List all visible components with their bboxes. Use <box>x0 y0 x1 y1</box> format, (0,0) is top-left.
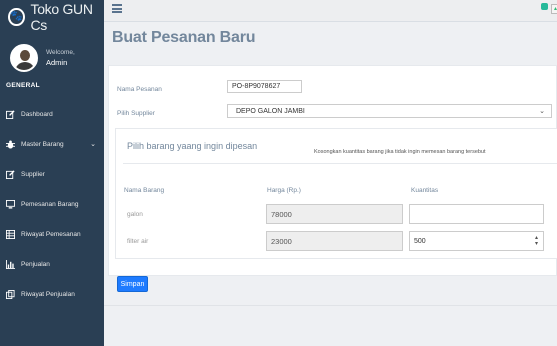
sidebar-item-riwayat-penjualan[interactable]: Riwayat Penjualan <box>0 279 104 309</box>
price-value: 23000 <box>271 236 292 246</box>
sidebar-item-penjualan[interactable]: Penjualan <box>0 249 104 279</box>
save-button[interactable]: Simpan <box>117 276 148 292</box>
user-name: Admin <box>46 58 68 68</box>
table-icon <box>6 229 15 239</box>
sidebar-item-riwayat-pemesanan[interactable]: Riwayat Pemesanan <box>0 219 104 249</box>
profile: Welcome, Admin <box>0 34 104 72</box>
edit-icon <box>6 169 15 179</box>
items-panel-hint: Kosongkan kuantitas barang jika tidak in… <box>314 149 486 155</box>
avatar <box>10 44 38 72</box>
quantity-value: 500 <box>414 237 426 245</box>
column-header-price: Harga (Rp.) <box>267 187 301 194</box>
quantity-input[interactable] <box>409 204 544 224</box>
price-field: 78000 <box>266 204 403 224</box>
sidebar: 🐾 Toko GUN Cs Welcome, Admin GENERAL Das… <box>0 0 104 346</box>
sidebar-item-label: Pemesanan Barang <box>21 200 79 208</box>
sidebar-item-label: Supplier <box>21 170 45 178</box>
price-field: 23000 <box>266 231 403 251</box>
item-name: galon <box>127 211 143 218</box>
save-button-label: Simpan <box>120 280 145 288</box>
sidebar-section-title: GENERAL <box>6 82 40 89</box>
quantity-stepper[interactable]: 500 ▴ ▾ <box>409 231 544 251</box>
order-name-input[interactable]: PO-8P9078627 <box>227 80 302 93</box>
spinner-icon[interactable]: ▴ ▾ <box>535 235 538 247</box>
supplier-value: DEPO GALON JAMBI <box>236 107 305 115</box>
order-name-value: PO-8P9078627 <box>232 83 281 90</box>
order-name-label: Nama Pesanan <box>117 86 162 93</box>
paw-icon: 🐾 <box>8 8 25 26</box>
sidebar-item-master-barang[interactable]: Master Barang ⌄ <box>0 129 104 159</box>
column-header-quantity: Kuantitas <box>411 187 439 194</box>
items-panel-title: Pilih barang yaang ingin dipesan <box>127 141 258 151</box>
edit-icon <box>6 109 15 119</box>
user-image-icon[interactable]: ▴ <box>551 4 557 14</box>
sidebar-item-pemesanan-barang[interactable]: Pemesanan Barang <box>0 189 104 219</box>
bug-icon <box>6 139 15 149</box>
divider <box>104 305 557 306</box>
sidebar-item-label: Riwayat Pemesanan <box>21 230 81 238</box>
page-title: Buat Pesanan Baru <box>112 29 256 46</box>
price-value: 78000 <box>271 209 292 219</box>
clone-icon <box>6 289 15 299</box>
sidebar-menu: Dashboard Master Barang ⌄ Supplier Pemes… <box>0 99 104 309</box>
supplier-select[interactable]: DEPO GALON JAMBI ⌄ <box>227 104 552 118</box>
chevron-down-icon: ⌄ <box>539 108 545 115</box>
top-bar: ▴ <box>104 0 557 22</box>
sidebar-item-label: Master Barang <box>21 140 64 148</box>
sidebar-item-dashboard[interactable]: Dashboard <box>0 99 104 129</box>
chevron-down-icon: ⌄ <box>90 141 96 148</box>
notification-badge[interactable] <box>541 3 548 10</box>
welcome-text: Welcome, <box>46 48 75 56</box>
item-name: filter air <box>127 238 149 245</box>
sidebar-item-label: Dashboard <box>21 110 53 118</box>
sidebar-item-label: Penjualan <box>21 260 50 268</box>
supplier-label: Pilih Supplier <box>117 110 155 117</box>
desktop-icon <box>6 199 15 209</box>
divider <box>123 163 557 164</box>
bar-chart-icon <box>6 259 15 269</box>
sidebar-item-label: Riwayat Penjualan <box>21 290 75 298</box>
brand[interactable]: 🐾 Toko GUN Cs <box>0 0 104 34</box>
column-header-name: Nama Barang <box>124 187 165 194</box>
hamburger-icon[interactable] <box>112 4 122 13</box>
brand-name: Toko GUN Cs <box>30 1 93 33</box>
sidebar-item-supplier[interactable]: Supplier <box>0 159 104 189</box>
